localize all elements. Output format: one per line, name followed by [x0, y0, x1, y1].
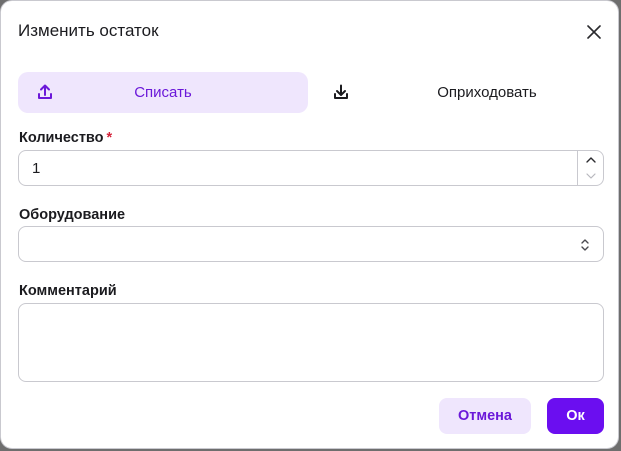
quantity-value[interactable]: 1	[32, 160, 40, 177]
chevron-up-icon	[585, 157, 596, 163]
receive-tab[interactable]: Оприходовать	[315, 72, 605, 113]
comment-label: Комментарий	[19, 283, 117, 299]
quantity-stepper[interactable]	[577, 151, 603, 185]
change-stock-dialog: Изменить остаток Списать Оприходовать Ко…	[0, 0, 619, 449]
receive-label: Оприходовать	[437, 84, 537, 101]
quantity-label: Количество *	[19, 130, 112, 146]
stepper-up-button[interactable]	[578, 151, 603, 168]
writeoff-tab[interactable]: Списать	[18, 72, 308, 113]
comment-textarea[interactable]	[18, 303, 604, 382]
equipment-label: Оборудование	[19, 207, 126, 223]
close-icon	[587, 25, 601, 39]
equipment-select[interactable]	[18, 226, 604, 262]
ok-button[interactable]: Ок	[547, 398, 604, 434]
close-button[interactable]	[584, 22, 604, 42]
download-icon	[334, 84, 348, 99]
stepper-down-button[interactable]	[578, 168, 603, 185]
quantity-label-text: Количество	[19, 130, 104, 146]
dialog-title: Изменить остаток	[18, 21, 159, 40]
cancel-button[interactable]: Отмена	[439, 398, 531, 434]
required-mark: *	[106, 130, 113, 146]
select-chevrons-icon	[581, 239, 589, 251]
quantity-input[interactable]: 1	[18, 150, 604, 186]
writeoff-label: Списать	[134, 84, 192, 101]
chevron-down-icon	[585, 173, 596, 179]
